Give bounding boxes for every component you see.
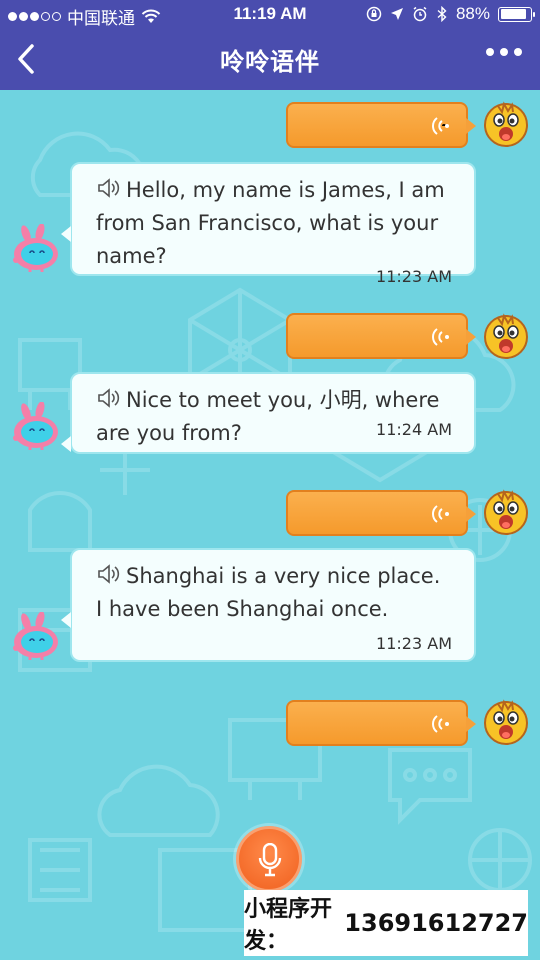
watermark-phone: 13691612727 <box>344 909 528 937</box>
voice-message-outgoing[interactable] <box>286 102 476 148</box>
speaker-icon[interactable] <box>96 387 122 409</box>
battery-percent: 88% <box>455 4 490 23</box>
battery-fill <box>500 9 527 19</box>
rotation-lock-icon <box>366 6 382 22</box>
user-avatar-emoji[interactable] <box>482 488 530 536</box>
watermark-label: 小程序开发： <box>244 897 333 954</box>
bot-avatar[interactable] <box>10 224 62 274</box>
battery-icon <box>498 6 535 22</box>
status-bar: 中国联通 11:19 AM 88% <box>0 0 540 28</box>
bluetooth-icon <box>437 6 447 22</box>
voice-message-outgoing[interactable] <box>286 490 476 536</box>
record-voice-button[interactable] <box>236 826 302 892</box>
microphone-icon <box>258 843 282 877</box>
voice-wave-icon <box>432 117 449 135</box>
voice-message-outgoing[interactable] <box>286 700 476 746</box>
message-text: Shanghai is a very nice place. I have be… <box>96 564 441 621</box>
voice-wave-icon <box>432 328 449 346</box>
contact-watermark: 小程序开发： 13691612727 <box>244 890 528 956</box>
speaker-icon[interactable] <box>96 177 122 199</box>
voice-wave-icon <box>432 715 449 733</box>
user-avatar-emoji[interactable] <box>482 312 530 360</box>
user-avatar-emoji[interactable] <box>482 100 530 148</box>
voice-wave-icon <box>432 505 449 523</box>
page-title: 呤呤语伴 <box>220 48 320 76</box>
bot-avatar[interactable] <box>10 612 62 662</box>
voice-message-outgoing[interactable] <box>286 313 476 359</box>
more-options-icon[interactable] <box>486 48 522 56</box>
text-message-incoming[interactable]: Nice to meet you, 小明, where are you from… <box>61 372 476 454</box>
text-message-incoming[interactable]: Hello, my name is James, I am from San F… <box>61 162 476 286</box>
text-message-incoming[interactable]: Shanghai is a very nice place. I have be… <box>61 548 476 662</box>
alarm-icon <box>413 6 427 22</box>
user-avatar-emoji[interactable] <box>482 698 530 746</box>
message-time: 11:23 AM <box>376 634 452 653</box>
navigation-bar: 呤呤语伴 <box>0 28 540 90</box>
location-icon <box>390 8 403 20</box>
message-text: Hello, my name is James, I am from San F… <box>96 178 445 268</box>
bot-avatar[interactable] <box>10 402 62 452</box>
speaker-icon[interactable] <box>96 563 122 585</box>
